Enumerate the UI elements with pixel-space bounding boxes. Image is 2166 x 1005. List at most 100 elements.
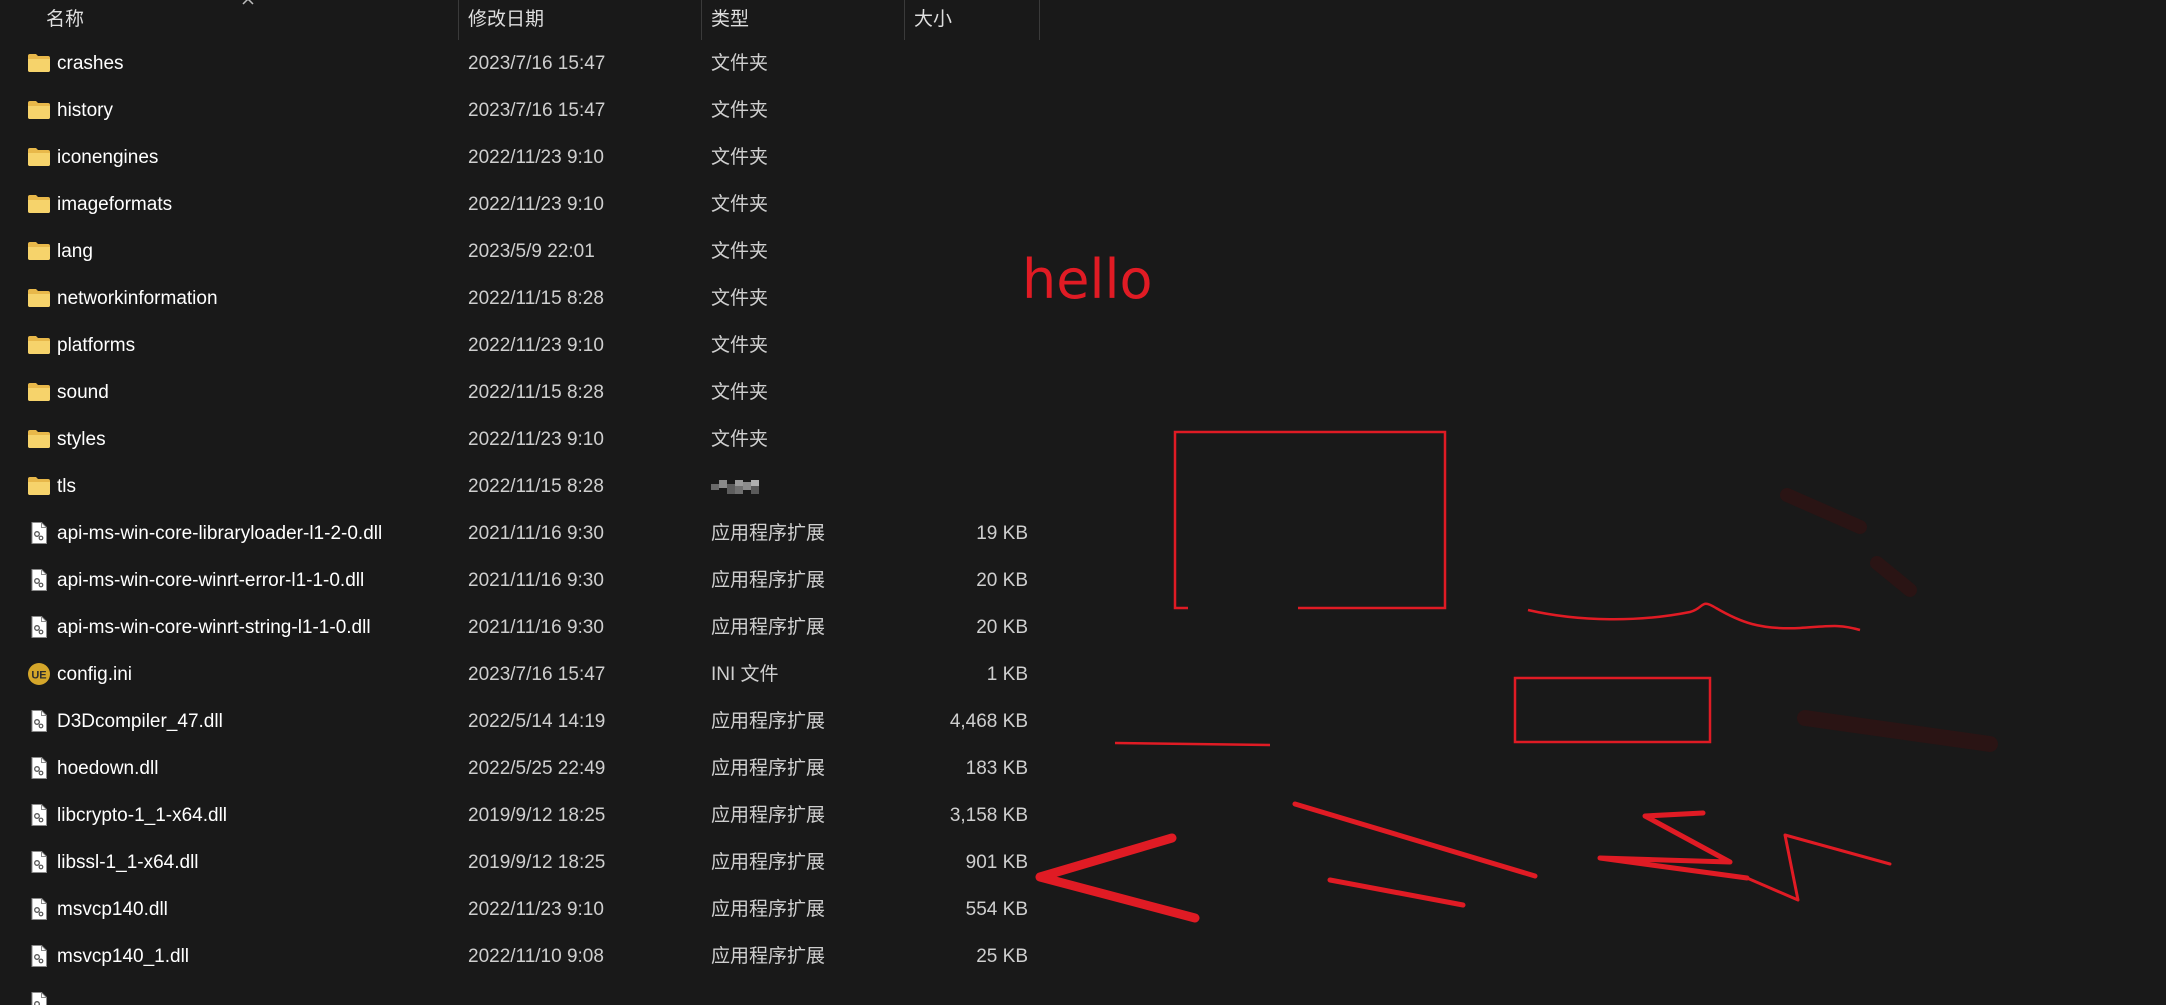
annotation-arrow	[1035, 833, 1200, 923]
file-name[interactable]: msvcp140_1.dll	[57, 933, 189, 980]
file-name[interactable]: msvcp140.dll	[57, 886, 168, 933]
file-type: 文件夹	[711, 147, 769, 168]
file-name[interactable]: api-ms-win-core-winrt-error-l1-1-0.dll	[57, 557, 364, 604]
dll-file-icon	[27, 709, 51, 733]
file-name[interactable]: iconengines	[57, 134, 158, 181]
dll-file-icon	[27, 615, 51, 639]
file-name[interactable]: config.ini	[57, 651, 132, 698]
file-row[interactable]: UE config.ini 2023/7/16 15:47 INI 文件 1 KB	[0, 651, 1040, 698]
folder-row[interactable]: lang 2023/5/9 22:01 文件夹	[0, 228, 1040, 275]
file-row[interactable]: msvcp140_1.dll 2022/11/10 9:08 应用程序扩展 25 KB	[0, 933, 1040, 980]
file-type: 文件夹	[711, 53, 769, 74]
file-row[interactable]: hoedown.dll 2022/5/25 22:49 应用程序扩展 183 KB	[0, 745, 1040, 792]
redacted-type-label	[711, 480, 767, 494]
file-row[interactable]: api-ms-win-core-libraryloader-l1-2-0.dll…	[0, 510, 1040, 557]
file-row[interactable]: D3Dcompiler_47.dll 2022/5/14 14:19 应用程序扩展 4…	[0, 698, 1040, 745]
file-date-modified: 2022/11/23 9:10	[468, 147, 604, 168]
file-size: 20 KB	[976, 617, 1028, 638]
annotation-diagonal-line	[1292, 801, 1538, 879]
file-row[interactable]: libssl-1_1-x64.dll 2019/9/12 18:25 应用程序扩展 9…	[0, 839, 1040, 886]
annotation-zigzag	[1745, 833, 1892, 902]
file-name[interactable]: lang	[57, 228, 93, 275]
file-name[interactable]: D3Dcompiler_47.dll	[57, 698, 223, 745]
file-date-modified: 2022/11/23 9:10	[468, 899, 604, 920]
file-name[interactable]: platforms	[57, 322, 135, 369]
folder-row[interactable]: imageformats 2022/11/23 9:10 文件夹	[0, 181, 1040, 228]
folder-row[interactable]: networkinformation 2022/11/15 8:28 文件夹	[0, 275, 1040, 322]
file-date-modified: 2022/5/14 14:19	[468, 711, 606, 732]
annotation-rectangle-small	[1513, 676, 1712, 744]
file-row[interactable]: api-ms-win-core-winrt-string-l1-1-0.dll 2…	[0, 604, 1040, 651]
folder-icon	[27, 333, 51, 357]
folder-row[interactable]: tls 2022/11/15 8:28	[0, 463, 1040, 510]
file-date-modified: 2023/5/9 22:01	[468, 241, 595, 262]
file-name[interactable]: tls	[57, 463, 76, 510]
folder-row[interactable]: sound 2022/11/15 8:28 文件夹	[0, 369, 1040, 416]
dll-file-icon	[27, 991, 51, 1005]
file-type: 应用程序扩展	[711, 805, 826, 826]
annotation-rectangle-large	[1173, 430, 1447, 610]
file-name[interactable]: sound	[57, 369, 109, 416]
annotation-wavy-line	[1527, 602, 1861, 632]
column-divider[interactable]	[1039, 0, 1040, 40]
file-type: 应用程序扩展	[711, 758, 826, 779]
file-type: 文件夹	[711, 241, 769, 262]
file-size: 4,468 KB	[949, 711, 1028, 732]
column-header-type[interactable]: 类型	[701, 0, 904, 40]
column-header-name[interactable]: 名称	[36, 0, 458, 40]
file-name[interactable]: api-ms-win-core-libraryloader-l1-2-0.dll	[57, 510, 382, 557]
file-row[interactable]: api-ms-win-core-winrt-error-l1-1-0.dll 20…	[0, 557, 1040, 604]
folder-icon	[27, 427, 51, 451]
file-name[interactable]: styles	[57, 416, 106, 463]
file-type: 应用程序扩展	[711, 946, 826, 967]
folder-icon	[27, 192, 51, 216]
file-list: crashes 2023/7/16 15:47 文件夹 history 2023/7/…	[0, 40, 1040, 1005]
folder-row[interactable]: platforms 2022/11/23 9:10 文件夹	[0, 322, 1040, 369]
file-name[interactable]: hoedown.dll	[57, 745, 158, 792]
file-size: 19 KB	[976, 523, 1028, 544]
file-row-partial[interactable]	[0, 980, 1040, 1005]
folder-icon	[27, 51, 51, 75]
file-type: 文件夹	[711, 100, 769, 121]
column-header-size[interactable]: 大小	[904, 0, 1040, 40]
file-size: 1 KB	[986, 664, 1028, 685]
file-row[interactable]: libcrypto-1_1-x64.dll 2019/9/12 18:25 应用程序…	[0, 792, 1040, 839]
file-size: 183 KB	[965, 758, 1028, 779]
file-name[interactable]: networkinformation	[57, 275, 218, 322]
folder-row[interactable]: iconengines 2022/11/23 9:10 文件夹	[0, 134, 1040, 181]
file-name[interactable]: api-ms-win-core-winrt-string-l1-1-0.dll	[57, 604, 371, 651]
dll-file-icon	[27, 944, 51, 968]
file-type: 文件夹	[711, 382, 769, 403]
file-size: 25 KB	[976, 946, 1028, 967]
file-date-modified: 2023/7/16 15:47	[468, 100, 606, 121]
folder-icon	[27, 239, 51, 263]
column-header-date-modified[interactable]: 修改日期	[458, 0, 701, 40]
annotation-dark-stroke	[1870, 556, 1917, 597]
folder-row[interactable]: history 2023/7/16 15:47 文件夹	[0, 87, 1040, 134]
file-row[interactable]: msvcp140.dll 2022/11/23 9:10 应用程序扩展 554 KB	[0, 886, 1040, 933]
file-date-modified: 2021/11/16 9:30	[468, 617, 604, 638]
dll-file-icon	[27, 756, 51, 780]
dll-file-icon	[27, 897, 51, 921]
folder-row[interactable]: styles 2022/11/23 9:10 文件夹	[0, 416, 1040, 463]
file-name[interactable]: crashes	[57, 40, 124, 87]
annotation-diagonal-line	[1327, 877, 1466, 908]
file-name[interactable]: history	[57, 87, 113, 134]
file-type: 文件夹	[711, 288, 769, 309]
file-date-modified: 2022/11/23 9:10	[468, 429, 604, 450]
file-explorer-window: 名称 修改日期 类型 大小 crashes 2023/7/16 15:47 文件夹 …	[0, 0, 2166, 1005]
file-date-modified: 2019/9/12 18:25	[468, 805, 606, 826]
dll-file-icon	[27, 850, 51, 874]
folder-icon	[27, 380, 51, 404]
file-name[interactable]: libcrypto-1_1-x64.dll	[57, 792, 227, 839]
svg-text:UE: UE	[31, 670, 46, 682]
file-date-modified: 2021/11/16 9:30	[468, 523, 604, 544]
file-date-modified: 2022/11/10 9:08	[468, 946, 604, 967]
file-type: 应用程序扩展	[711, 617, 826, 638]
file-date-modified: 2023/7/16 15:47	[468, 664, 606, 685]
dll-file-icon	[27, 568, 51, 592]
file-type: 文件夹	[711, 429, 769, 450]
file-name[interactable]: imageformats	[57, 181, 172, 228]
folder-row[interactable]: crashes 2023/7/16 15:47 文件夹	[0, 40, 1040, 87]
file-name[interactable]: libssl-1_1-x64.dll	[57, 839, 199, 886]
